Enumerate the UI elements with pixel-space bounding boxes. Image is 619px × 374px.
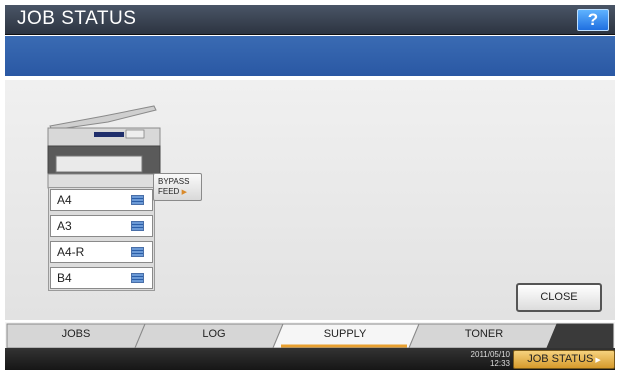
drawer-3-label: A4-R	[57, 245, 85, 259]
datetime: 2011/05/10 12:33	[452, 350, 510, 368]
paper-level-icon	[131, 247, 144, 257]
tab-jobs[interactable]: JOBS	[51, 328, 101, 340]
tab-filler	[546, 323, 614, 348]
arrow-right-icon: ▶	[595, 357, 601, 364]
tab-log[interactable]: LOG	[189, 328, 239, 340]
help-button[interactable]: ?	[577, 9, 609, 31]
drawer-4-label: B4	[57, 271, 72, 285]
job-status-label: JOB STATUS	[527, 353, 594, 365]
message-band	[5, 36, 615, 76]
date-text: 2011/05/10	[470, 350, 510, 359]
paper-level-icon	[131, 195, 144, 205]
printer-illustration-icon	[47, 105, 164, 193]
paper-level-icon	[131, 221, 144, 231]
close-button[interactable]: CLOSE	[516, 283, 602, 312]
status-bar: 2011/05/10 12:33 JOB STATUS ▶	[5, 348, 615, 370]
screen: JOB STATUS ? A4 A3 A4-R B4 BYPASS FEED ▶…	[0, 0, 619, 374]
drawer-1[interactable]: A4	[50, 189, 153, 211]
window-title: JOB STATUS	[17, 8, 137, 29]
tab-supply[interactable]: SUPPLY	[315, 328, 375, 340]
drawer-1-label: A4	[57, 193, 72, 207]
title-bar: JOB STATUS ?	[5, 5, 615, 35]
bypass-feed-button[interactable]: BYPASS FEED ▶	[153, 173, 202, 201]
job-status-button[interactable]: JOB STATUS ▶	[513, 350, 615, 369]
bypass-label-line2: FEED ▶	[158, 187, 187, 196]
bypass-label-line1: BYPASS	[158, 177, 190, 186]
paper-level-icon	[131, 273, 144, 283]
time-text: 12:33	[489, 359, 510, 368]
drawer-4[interactable]: B4	[50, 267, 153, 289]
drawer-3[interactable]: A4-R	[50, 241, 153, 263]
drawer-2[interactable]: A3	[50, 215, 153, 237]
arrow-right-icon: ▶	[181, 189, 187, 196]
tab-bar: JOBS LOG SUPPLY TONER	[5, 322, 615, 348]
tab-toner[interactable]: TONER	[454, 328, 514, 340]
drawer-2-label: A3	[57, 219, 72, 233]
